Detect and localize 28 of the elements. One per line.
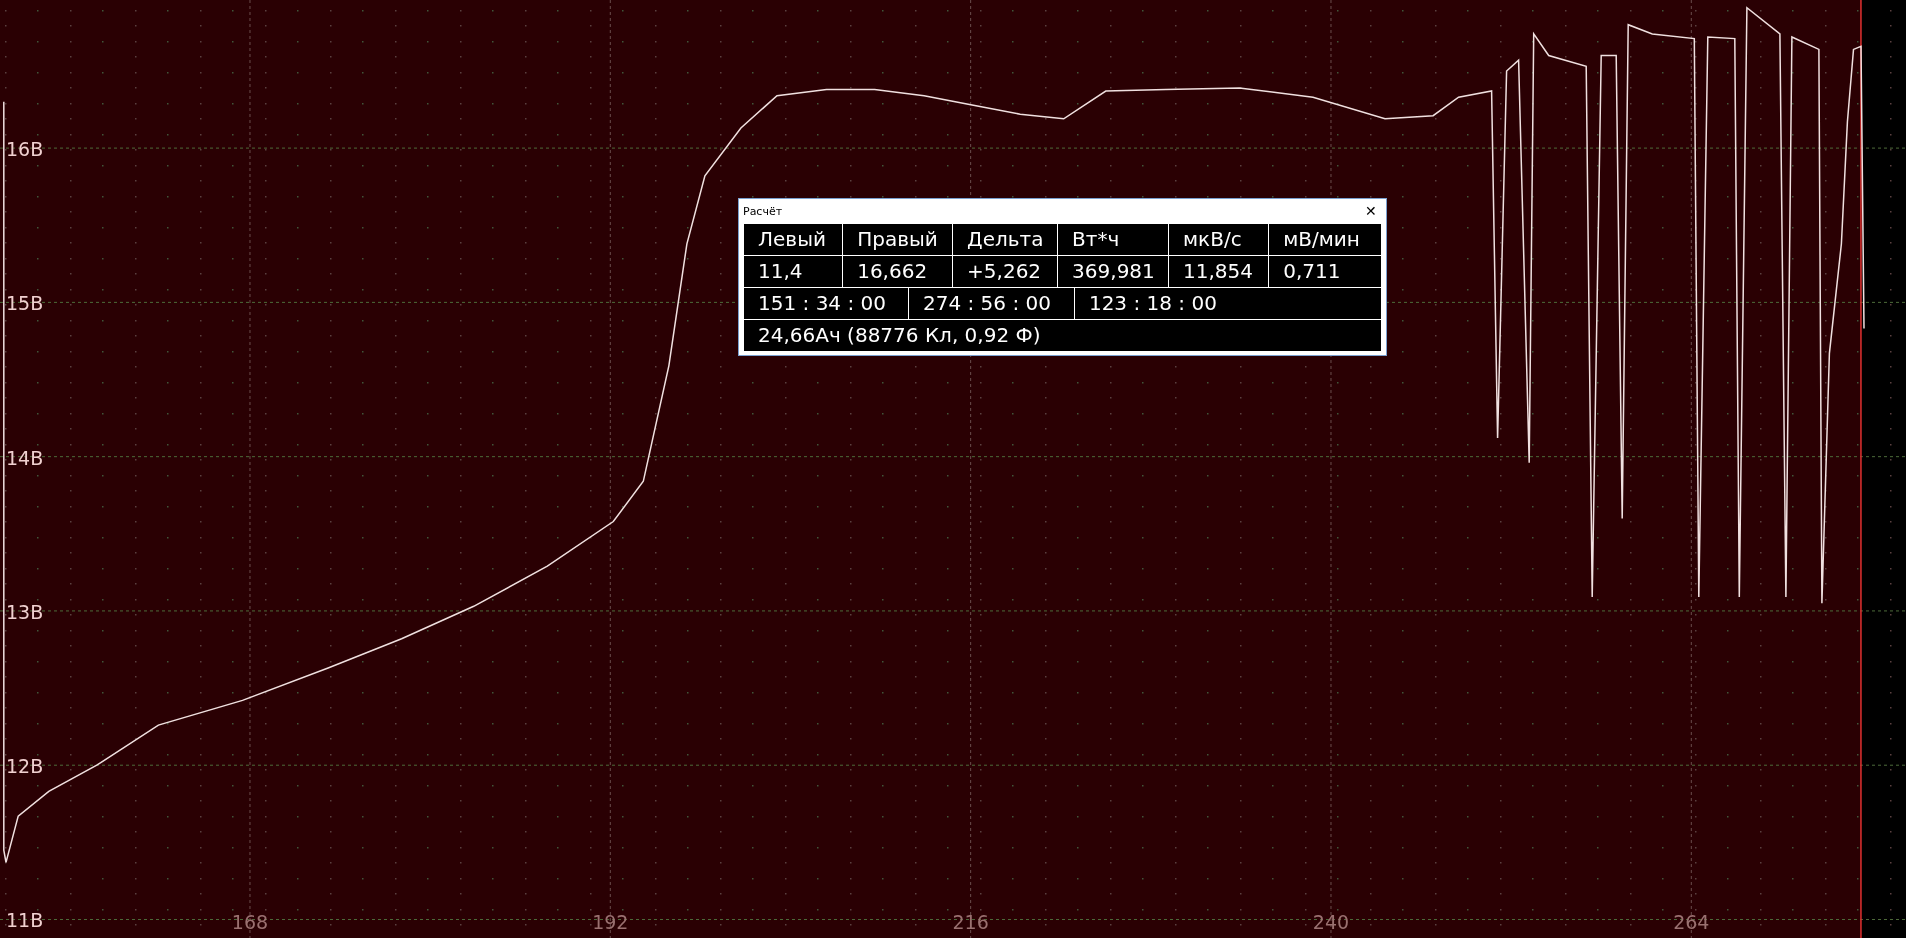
dialog-title: Расчёт <box>743 204 783 218</box>
value-cell: 16,662 <box>843 256 954 287</box>
axis-tick-label: 168 <box>231 911 269 933</box>
value-cell: 11,4 <box>744 256 844 287</box>
axis-tick-label: 192 <box>592 911 629 933</box>
axis-tick-label: 216 <box>952 911 989 933</box>
value-cell: 369,981 <box>1058 256 1169 287</box>
column-header: Дельта <box>953 224 1059 255</box>
axis-tick-label: 14В <box>6 446 44 469</box>
time-cell: 151 : 34 : 00 <box>744 288 909 319</box>
time-cell: 274 : 56 : 00 <box>908 288 1075 319</box>
time-cell-text: 123 : 18 : 00 <box>1087 290 1218 317</box>
column-header: мкВ/с <box>1169 224 1270 255</box>
axis-tick-label: 11В <box>6 909 44 932</box>
column-header: мВ/мин <box>1282 226 1361 253</box>
axis-tick-label: 264 <box>1673 911 1710 933</box>
value-cell: 11,854 <box>1169 256 1270 287</box>
axis-tick-label: 15В <box>6 292 44 315</box>
axis-tick-label: 240 <box>1312 911 1350 933</box>
axis-tick-label: 13В <box>6 600 44 623</box>
axis-tick-label: 16В <box>6 138 44 161</box>
value-cell-text: 0,711 <box>1282 258 1342 285</box>
column-header: Правый <box>843 224 954 255</box>
axis-tick-label: 12В <box>6 755 44 778</box>
value-cell: +5,262 <box>953 256 1059 287</box>
column-header: Вт*ч <box>1058 224 1169 255</box>
charge-summary: 24,66Ач (88776 Кл, 0,92 Ф) <box>757 322 1042 349</box>
column-header: Левый <box>744 224 844 255</box>
